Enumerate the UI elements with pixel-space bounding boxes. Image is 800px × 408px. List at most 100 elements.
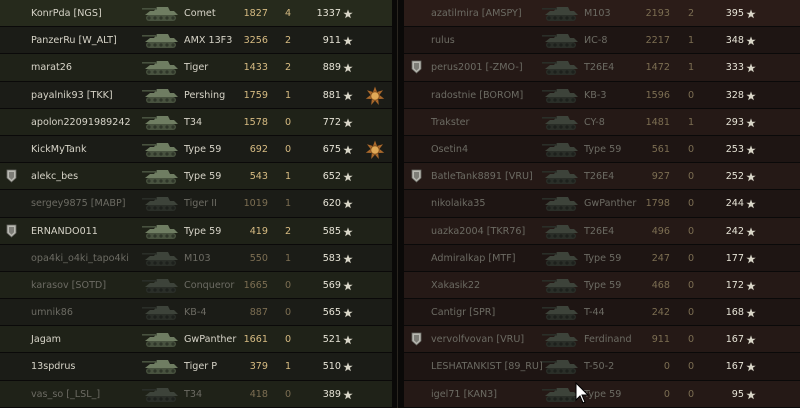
right-player-row[interactable]: vervolfvovan [VRU] Ferdinand 911 0 167 bbox=[404, 326, 800, 354]
left-player-row[interactable]: KonrPda [NGS] Comet 1827 4 1337 bbox=[0, 0, 392, 28]
damage-value: 1578 bbox=[243, 116, 268, 128]
frags-value: 2 bbox=[284, 225, 292, 237]
frags-value: 1 bbox=[687, 35, 695, 47]
experience-value: 1337 bbox=[316, 8, 341, 19]
player-name: BatleTank8891 [VRU] bbox=[431, 171, 533, 183]
damage-value: 1827 bbox=[243, 8, 268, 19]
right-player-row[interactable]: rulus ИС-8 2217 1 348 bbox=[404, 27, 800, 55]
right-player-row[interactable]: Admiralkap [MTF] Type 59 247 0 177 bbox=[404, 244, 800, 272]
experience-value: 585 bbox=[322, 225, 341, 237]
left-player-row[interactable]: karasov [SOTD] Conqueror 1665 0 569 bbox=[0, 271, 392, 300]
frags-value: 0 bbox=[687, 361, 695, 373]
frags-value: 1 bbox=[284, 198, 292, 210]
damage-value: 1433 bbox=[243, 62, 268, 74]
experience-value: 177 bbox=[725, 252, 744, 264]
player-name: 13spdrus bbox=[31, 361, 76, 373]
star-icon bbox=[343, 281, 353, 291]
tank-name: T26E4 bbox=[584, 225, 615, 237]
left-player-row[interactable]: umnik86 KB-4 887 0 565 bbox=[0, 299, 392, 327]
experience-value: 881 bbox=[322, 89, 341, 101]
star-icon bbox=[746, 118, 756, 128]
frags-value: 0 bbox=[284, 334, 292, 346]
damage-value: 0 bbox=[663, 361, 670, 373]
right-player-row[interactable]: perus2001 [-ZMO-] T26E4 1472 1 333 bbox=[404, 54, 800, 82]
player-name: Cantigr [SPR] bbox=[431, 307, 496, 319]
tank-icon bbox=[142, 360, 178, 375]
platoon-icon bbox=[411, 332, 422, 346]
player-name: perus2001 [-ZMO-] bbox=[431, 62, 523, 74]
star-icon bbox=[746, 362, 756, 372]
right-player-row[interactable]: radostnie [BOROM] KB-3 1596 0 328 bbox=[404, 81, 800, 109]
right-player-row[interactable]: Osetin4 Type 59 561 0 253 bbox=[404, 135, 800, 164]
left-player-row[interactable]: PanzerRu [W_ALT] AMX 13F3 3256 2 911 bbox=[0, 27, 392, 55]
tank-icon bbox=[142, 115, 178, 130]
frags-value: 0 bbox=[687, 334, 695, 346]
right-player-row[interactable]: BatleTank8891 [VRU] T26E4 927 0 252 bbox=[404, 163, 800, 191]
player-name: azatilmira [AMSPY] bbox=[431, 8, 522, 19]
tank-icon bbox=[142, 170, 178, 185]
frags-value: 0 bbox=[687, 388, 695, 400]
tank-icon bbox=[542, 224, 578, 239]
platoon-icon bbox=[6, 169, 17, 183]
tank-name: Type 59 bbox=[584, 279, 622, 291]
player-name: Osetin4 bbox=[431, 143, 469, 155]
star-icon bbox=[343, 335, 353, 345]
left-player-row[interactable]: payalnik93 [TKK] Pershing 1759 1 881 bbox=[0, 81, 392, 109]
right-player-row[interactable]: azatilmira [AMSPY] M103 2193 2 395 bbox=[404, 0, 800, 28]
damage-value: 1019 bbox=[243, 198, 268, 210]
tank-name: KB-3 bbox=[584, 89, 607, 101]
right-player-row[interactable]: uazka2004 [TKR76] T26E4 496 0 242 bbox=[404, 217, 800, 245]
left-player-row[interactable]: 13spdrus Tiger P 379 1 510 bbox=[0, 353, 392, 381]
left-player-row[interactable]: marat26 Tiger 1433 2 889 bbox=[0, 54, 392, 82]
player-name: LESHATANKIST [89_RU] bbox=[431, 361, 543, 373]
star-icon bbox=[343, 63, 353, 73]
damage-value: 468 bbox=[651, 279, 670, 291]
left-player-row[interactable]: alekc_bes Type 59 543 1 652 bbox=[0, 163, 392, 191]
player-name: ERNANDO011 bbox=[31, 225, 98, 237]
star-icon bbox=[746, 390, 756, 399]
platoon-icon bbox=[411, 169, 422, 183]
damage-value: 496 bbox=[651, 225, 670, 237]
player-name: vas_so [_LSL_] bbox=[31, 388, 101, 400]
player-name: apolon22091989242 bbox=[31, 116, 131, 128]
tank-name: M103 bbox=[584, 8, 611, 19]
frags-value: 2 bbox=[687, 8, 695, 19]
left-player-row[interactable]: ERNANDO011 Type 59 419 2 585 bbox=[0, 217, 392, 245]
right-player-row[interactable]: igel71 [KAN3] Type 59 0 0 95 bbox=[404, 380, 800, 408]
experience-value: 395 bbox=[725, 8, 744, 19]
frags-value: 0 bbox=[687, 89, 695, 101]
left-player-row[interactable]: vas_so [_LSL_] T34 418 0 389 bbox=[0, 380, 392, 408]
tank-name: Type 59 bbox=[584, 388, 622, 400]
experience-value: 620 bbox=[322, 198, 341, 210]
frags-value: 1 bbox=[284, 252, 292, 264]
left-team-panel: KonrPda [NGS] Comet 1827 4 1337 PanzerRu [W_A… bbox=[0, 0, 392, 408]
tank-icon bbox=[542, 306, 578, 321]
right-player-row[interactable]: Trakster CY-8 1481 1 293 bbox=[404, 108, 800, 136]
right-player-row[interactable]: Xakasik22 Type 59 468 0 172 bbox=[404, 271, 800, 300]
left-player-row[interactable]: opa4ki_o4ki_tapo4ki M103 550 1 583 bbox=[0, 244, 392, 272]
right-player-row[interactable]: LESHATANKIST [89_RU] T-50-2 0 0 167 bbox=[404, 353, 800, 381]
star-icon bbox=[746, 254, 756, 263]
right-player-row[interactable]: nikolaika35 GwPanther 1798 0 244 bbox=[404, 190, 800, 218]
damage-value: 561 bbox=[651, 143, 670, 155]
damage-value: 550 bbox=[249, 252, 268, 264]
experience-value: 242 bbox=[725, 225, 744, 237]
left-player-row[interactable]: KickMyTank Type 59 692 0 675 bbox=[0, 135, 392, 164]
star-icon bbox=[746, 9, 756, 19]
tank-name: T-50-2 bbox=[584, 361, 615, 373]
left-player-row[interactable]: Jagam GwPanther 1661 0 521 bbox=[0, 326, 392, 354]
star-icon bbox=[343, 9, 353, 19]
left-player-row[interactable]: sergey9875 [MABP] Tiger II 1019 1 620 bbox=[0, 190, 392, 218]
frags-value: 0 bbox=[284, 307, 292, 319]
star-icon bbox=[343, 362, 353, 372]
tank-name: ИС-8 bbox=[584, 35, 608, 47]
damage-value: 247 bbox=[651, 252, 670, 264]
frags-value: 2 bbox=[284, 62, 292, 74]
damage-value: 911 bbox=[651, 334, 670, 346]
star-icon bbox=[746, 335, 756, 345]
right-player-row[interactable]: Cantigr [SPR] T-44 242 0 168 bbox=[404, 299, 800, 327]
tank-icon bbox=[542, 142, 578, 157]
left-player-row[interactable]: apolon22091989242 T34 1578 0 772 bbox=[0, 108, 392, 136]
frags-value: 0 bbox=[687, 198, 695, 210]
player-name: igel71 [KAN3] bbox=[431, 388, 498, 400]
